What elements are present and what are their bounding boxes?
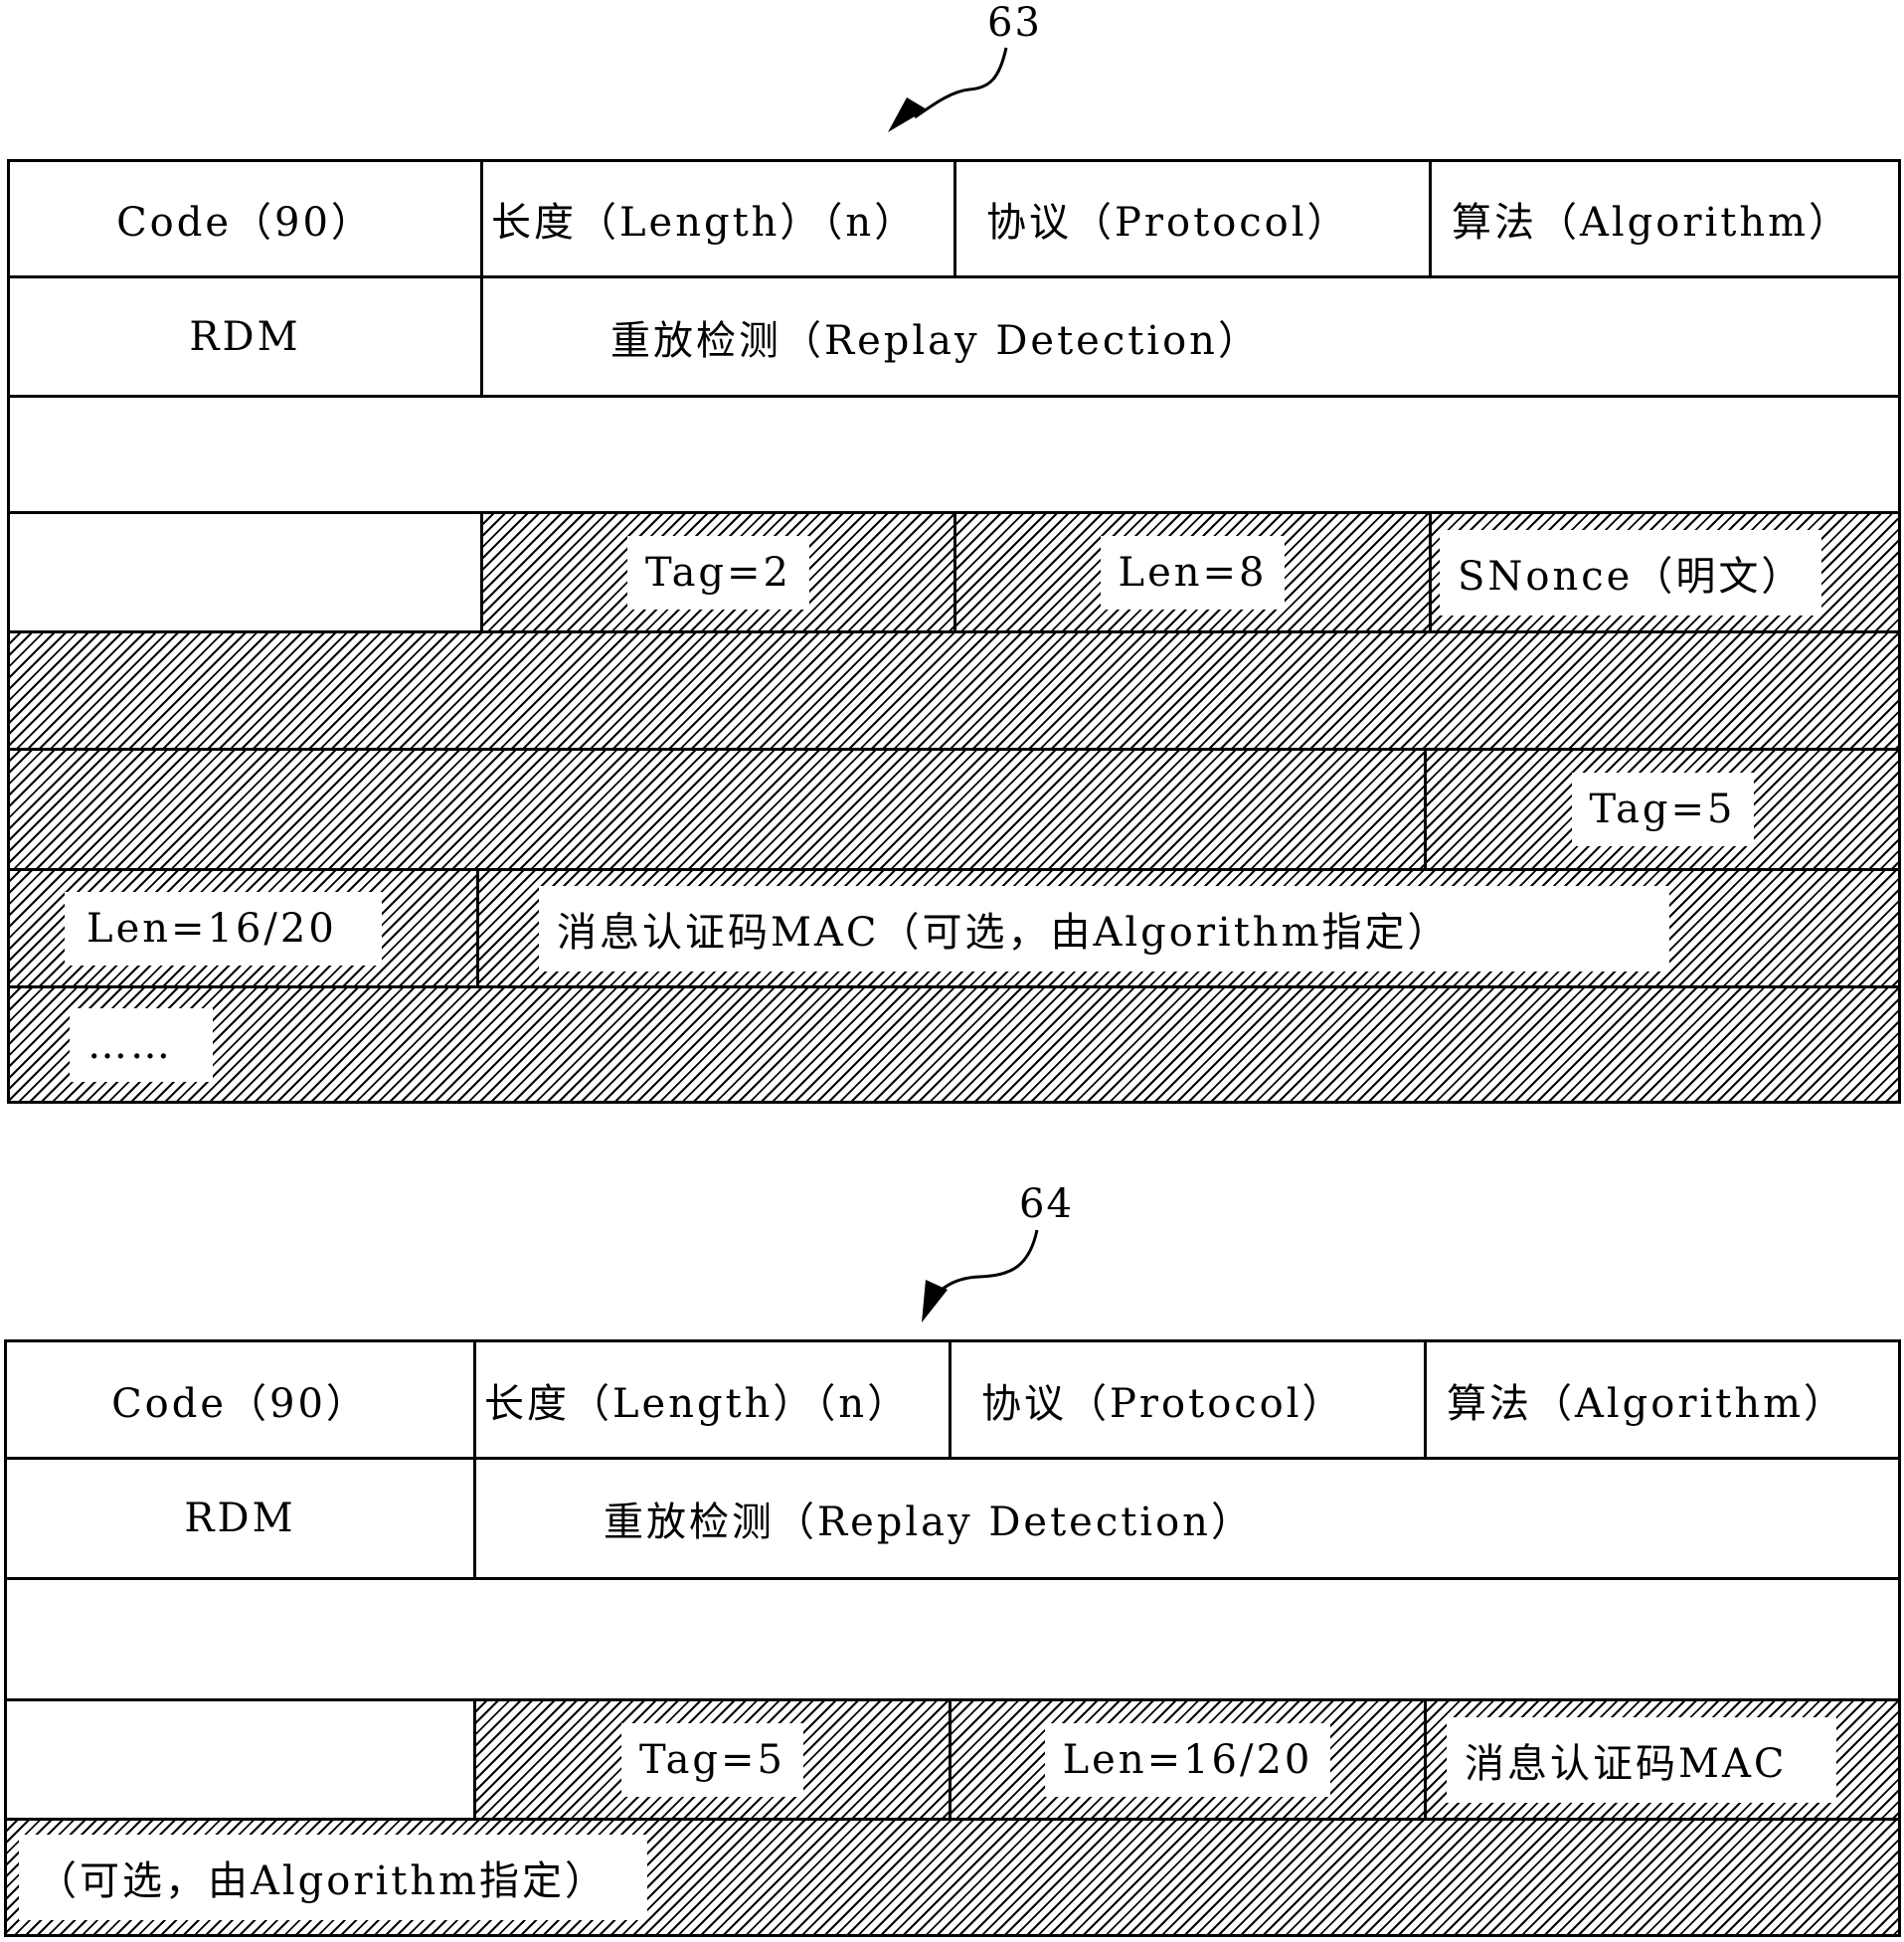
tag-5-label: Tag=5 bbox=[1571, 773, 1754, 846]
tag-5-label: Tag=5 bbox=[621, 1722, 803, 1797]
len-8-field: Len=8 bbox=[953, 511, 1432, 633]
rdm-label: RDM bbox=[184, 1496, 296, 1541]
tag-5-field: Tag=5 bbox=[473, 1698, 952, 1821]
replay-detection-continued bbox=[4, 1577, 1901, 1701]
replay-detection-field: 重放检测（Replay Detection） bbox=[473, 1457, 1901, 1580]
snonce-continued bbox=[7, 630, 1901, 751]
algorithm-field: 算法（Algorithm） bbox=[1424, 1339, 1901, 1460]
tag-2-field: Tag=2 bbox=[480, 511, 956, 633]
optional-note-label: （可选，由Algorithm指定） bbox=[19, 1835, 648, 1920]
len-8-label: Len=8 bbox=[1100, 535, 1286, 610]
length-field: 长度（Length）（n） bbox=[473, 1339, 952, 1460]
empty-field bbox=[4, 1698, 476, 1821]
protocol-label: 协议（Protocol） bbox=[986, 200, 1350, 246]
tag-2-label: Tag=2 bbox=[627, 535, 809, 610]
code-field: Code（90） bbox=[7, 159, 483, 278]
length-field: 长度（Length）（n） bbox=[480, 159, 956, 278]
mac-field: 消息认证码MAC（可选，由Algorithm指定） bbox=[476, 868, 1901, 988]
algorithm-field: 算法（Algorithm） bbox=[1429, 159, 1901, 278]
protocol-label: 协议（Protocol） bbox=[981, 1380, 1345, 1427]
rdm-field: RDM bbox=[4, 1457, 476, 1580]
snonce-label: SNonce（明文） bbox=[1440, 529, 1822, 616]
replay-detection-continued bbox=[7, 395, 1901, 514]
length-label: 长度（Length）（n） bbox=[491, 200, 918, 246]
len-16-20-label: Len=16/20 bbox=[1044, 1722, 1331, 1797]
snonce-field: SNonce（明文） bbox=[1429, 511, 1901, 633]
mac-label: 消息认证码MAC（可选，由Algorithm指定） bbox=[539, 885, 1669, 971]
rdm-label: RDM bbox=[189, 313, 301, 360]
len-16-20-label: Len=16/20 bbox=[65, 891, 382, 966]
len-16-20-field: Len=16/20 bbox=[949, 1698, 1427, 1821]
ellipsis-field: …… bbox=[7, 985, 1901, 1104]
protocol-field: 协议（Protocol） bbox=[953, 159, 1432, 278]
replay-detection-label: 重放检测（Replay Detection） bbox=[604, 1500, 1254, 1545]
algorithm-label: 算法（Algorithm） bbox=[1452, 200, 1852, 246]
code-field: Code（90） bbox=[4, 1339, 476, 1460]
code-label: Code（90） bbox=[116, 200, 374, 246]
mac-label: 消息认证码MAC bbox=[1447, 1716, 1837, 1803]
replay-detection-field: 重放检测（Replay Detection） bbox=[480, 275, 1901, 398]
empty-field bbox=[7, 511, 483, 633]
code-label: Code（90） bbox=[111, 1380, 369, 1427]
optional-note-field: （可选，由Algorithm指定） bbox=[4, 1818, 1901, 1937]
tag-5-field: Tag=5 bbox=[1424, 748, 1901, 871]
protocol-field: 协议（Protocol） bbox=[949, 1339, 1427, 1460]
rdm-field: RDM bbox=[7, 275, 483, 398]
snonce-continued-2 bbox=[7, 748, 1427, 871]
len-16-20-field: Len=16/20 bbox=[7, 868, 479, 988]
length-label: 长度（Length）（n） bbox=[484, 1380, 911, 1427]
figure-64-reference-number: 64 bbox=[1019, 1181, 1074, 1227]
mac-field: 消息认证码MAC bbox=[1424, 1698, 1901, 1821]
replay-detection-label: 重放检测（Replay Detection） bbox=[610, 317, 1261, 364]
algorithm-label: 算法（Algorithm） bbox=[1447, 1380, 1847, 1427]
ellipsis-label: …… bbox=[70, 1007, 213, 1082]
